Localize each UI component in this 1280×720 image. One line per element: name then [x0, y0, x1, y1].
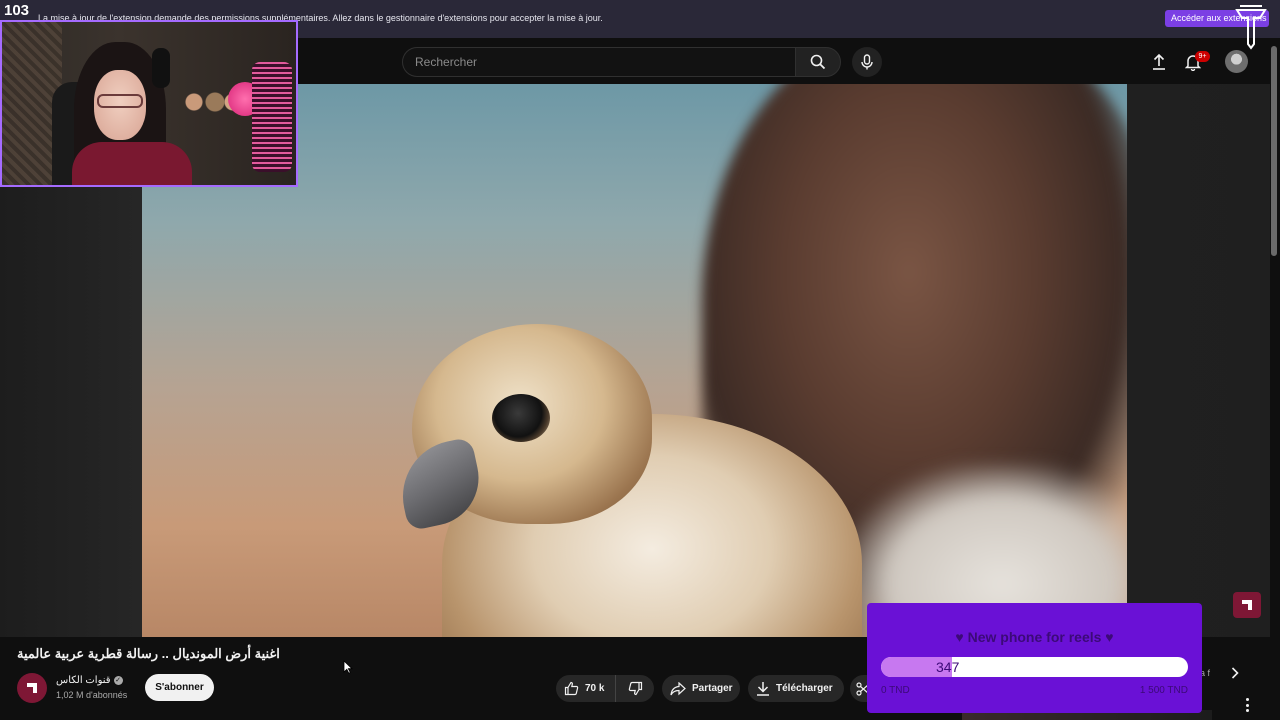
channel-name-text: قنوات الكاس [56, 675, 111, 686]
notification-badge: 9+ [1195, 51, 1210, 62]
webcam-microphone [252, 62, 292, 172]
dislike-button[interactable] [616, 675, 654, 702]
search-button[interactable] [795, 47, 841, 77]
upload-icon [1153, 53, 1165, 70]
account-avatar[interactable] [1225, 50, 1248, 73]
verified-icon: ✓ [113, 675, 123, 685]
more-actions-icon[interactable] [1241, 696, 1253, 714]
subscriber-count: 1,02 M d'abonnés [56, 690, 128, 700]
voice-search-button[interactable] [852, 47, 882, 77]
search-icon [810, 54, 826, 70]
download-label: Télécharger [776, 683, 833, 694]
donation-goal-widget: ♥ New phone for reels ♥ 347 0 TND 1 500 … [867, 603, 1202, 713]
donation-goal-current: 347 [936, 659, 960, 675]
search-input[interactable]: Rechercher [402, 47, 796, 77]
channel-watermark-icon[interactable] [1233, 592, 1261, 618]
channel-name[interactable]: قنوات الكاس ✓ [56, 675, 123, 686]
page-scrollbar[interactable] [1271, 46, 1277, 256]
channel-avatar[interactable] [17, 673, 47, 703]
share-label: Partager [692, 683, 733, 694]
video-title: اغنية أرض المونديال .. رسالة قطرية عربية… [17, 646, 280, 661]
chip-next-button[interactable] [1227, 664, 1243, 682]
video-frame-falcon-eye [492, 394, 550, 442]
donation-goal-track: 347 [881, 657, 1188, 677]
donation-goal-max: 1 500 TND [1139, 685, 1188, 696]
subscribe-button[interactable]: S'abonner [145, 674, 214, 701]
webcam-streamer-glasses [97, 94, 143, 108]
streamer-webcam [0, 20, 298, 187]
stream-viewer-count: 103 [4, 2, 30, 19]
thumbs-down-icon [628, 681, 642, 696]
webcam-headset [152, 48, 170, 88]
download-button[interactable]: Télécharger [748, 675, 844, 702]
download-icon [757, 682, 769, 696]
streamer-logo-icon [1235, 5, 1267, 50]
share-icon [670, 681, 686, 695]
chevron-right-icon [1231, 667, 1239, 679]
screen: Rechercher 9+ La mise à jour de l'extens… [0, 0, 1280, 720]
donation-goal-title: ♥ New phone for reels ♥ [955, 629, 1114, 645]
share-button[interactable]: Partager [662, 675, 740, 702]
microphone-icon [861, 54, 873, 70]
create-upload-button[interactable] [1146, 49, 1172, 75]
mouse-cursor-icon [343, 660, 353, 674]
webcam-streamer-shirt [72, 142, 192, 185]
like-count: 70 k [585, 683, 605, 694]
like-button[interactable]: 70 k [556, 675, 616, 702]
thumbs-up-icon [564, 681, 579, 696]
donation-goal-min: 0 TND [881, 685, 910, 696]
like-dislike-group: 70 k [556, 675, 654, 702]
